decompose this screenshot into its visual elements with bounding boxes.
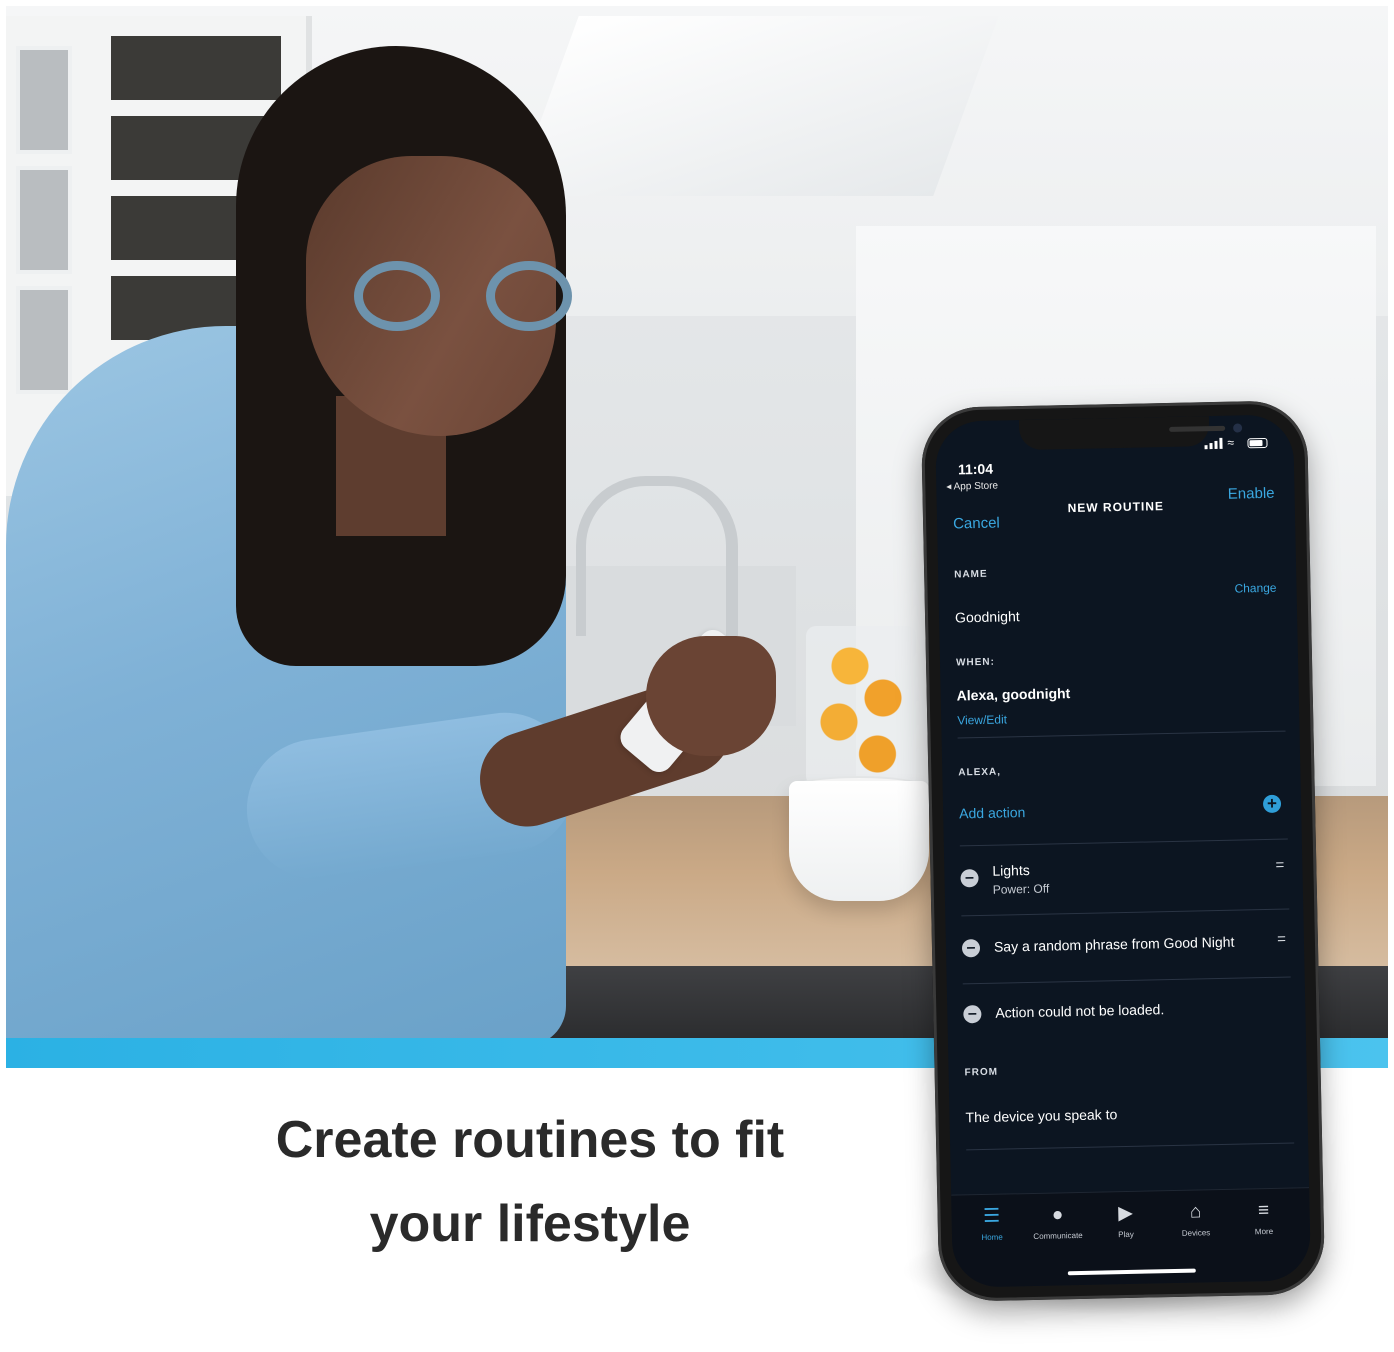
- headline: Create routines to fit your lifestyle: [160, 1098, 900, 1266]
- tab-communicate[interactable]: ● Communicate: [1025, 1203, 1090, 1241]
- status-time: 11:04: [957, 460, 994, 478]
- battery-icon: [1247, 437, 1268, 449]
- glasses-lens: [486, 261, 572, 331]
- remove-icon[interactable]: –: [961, 939, 981, 958]
- woman-hand: [646, 636, 776, 756]
- kitchen-faucet: [576, 476, 738, 636]
- play-icon: ▶: [1118, 1202, 1134, 1225]
- tab-play[interactable]: ▶ Play: [1093, 1201, 1158, 1239]
- phone-notch: [1018, 416, 1243, 451]
- fruit-bowl: [806, 626, 916, 786]
- from-section-label: FROM: [964, 1066, 999, 1079]
- tab-devices[interactable]: ⌂ Devices: [1163, 1200, 1228, 1238]
- tab-label: More: [1254, 1226, 1274, 1237]
- chat-icon: ●: [1051, 1204, 1064, 1226]
- cabinet-glass-panel: [16, 166, 72, 274]
- action-row[interactable]: – Action could not be loaded.: [963, 989, 1292, 1058]
- view-edit-link[interactable]: View/Edit: [957, 712, 1007, 727]
- headline-line-1: Create routines to fit: [275, 1111, 785, 1169]
- add-action-link[interactable]: Add action: [959, 804, 1025, 821]
- home-icon: ☰: [982, 1205, 1001, 1228]
- status-icons: ≈: [1204, 435, 1268, 450]
- back-to-app-store-link[interactable]: ◂ App Store: [946, 481, 998, 493]
- tab-label: Communicate: [1033, 1230, 1083, 1241]
- section-divider: [957, 730, 1286, 739]
- section-divider: [966, 1142, 1295, 1151]
- alexa-section-label: ALEXA,: [958, 766, 1002, 779]
- remove-icon[interactable]: –: [963, 1005, 982, 1024]
- cabinet-glass-panel: [16, 286, 72, 394]
- glasses-lens: [354, 261, 440, 331]
- eyeglasses: [346, 251, 586, 331]
- section-divider: [959, 838, 1288, 847]
- action-title: Say a random phrase from Good Night: [993, 933, 1235, 955]
- drag-handle-icon[interactable]: =: [1275, 857, 1284, 874]
- signal-icon: [1204, 437, 1223, 450]
- bottom-tab-bar: ☰ Home ● Communicate ▶ Play ⌂ Devices ≡: [951, 1187, 1312, 1288]
- cabinet-glass-panel: [16, 46, 72, 154]
- product-image: Create routines to fit your lifestyle 11…: [0, 0, 1394, 1352]
- tab-label: Devices: [1181, 1228, 1211, 1238]
- wifi-icon: ≈: [1227, 435, 1235, 450]
- range-hood: [513, 16, 999, 196]
- headline-line-2: your lifestyle: [369, 1195, 691, 1253]
- tab-home[interactable]: ☰ Home: [959, 1204, 1024, 1242]
- action-subtitle: Power: Off: [992, 881, 1050, 897]
- menu-icon: ≡: [1257, 1200, 1270, 1222]
- enable-button[interactable]: Enable: [1228, 485, 1275, 503]
- action-title: Action could not be loaded.: [995, 1001, 1165, 1021]
- routine-name-value[interactable]: Goodnight: [955, 608, 1020, 625]
- tab-label: Home: [981, 1232, 1003, 1243]
- coffee-cup: [789, 781, 929, 901]
- devices-icon: ⌂: [1189, 1201, 1202, 1223]
- phone-mockup: 11:04 ◂ App Store ≈ Cancel NEW ROUTINE E…: [920, 400, 1326, 1302]
- app-screen: 11:04 ◂ App Store ≈ Cancel NEW ROUTINE E…: [934, 414, 1312, 1288]
- home-indicator[interactable]: [1067, 1268, 1196, 1276]
- tab-more[interactable]: ≡ More: [1231, 1198, 1296, 1236]
- trigger-phrase-value: Alexa, goodnight: [956, 685, 1071, 704]
- wine-shelf: [111, 36, 281, 110]
- remove-icon[interactable]: –: [960, 869, 979, 888]
- action-title: Lights: [992, 861, 1030, 879]
- when-section-label: WHEN:: [955, 656, 996, 669]
- add-icon[interactable]: +: [1262, 794, 1282, 814]
- from-device-value[interactable]: The device you speak to: [965, 1106, 1117, 1125]
- change-name-link[interactable]: Change: [1234, 581, 1276, 596]
- speaker-grille: [1169, 425, 1226, 432]
- front-camera: [1233, 423, 1243, 433]
- name-section-label: NAME: [954, 568, 988, 581]
- drag-handle-icon[interactable]: =: [1277, 931, 1286, 948]
- tab-label: Play: [1118, 1229, 1134, 1240]
